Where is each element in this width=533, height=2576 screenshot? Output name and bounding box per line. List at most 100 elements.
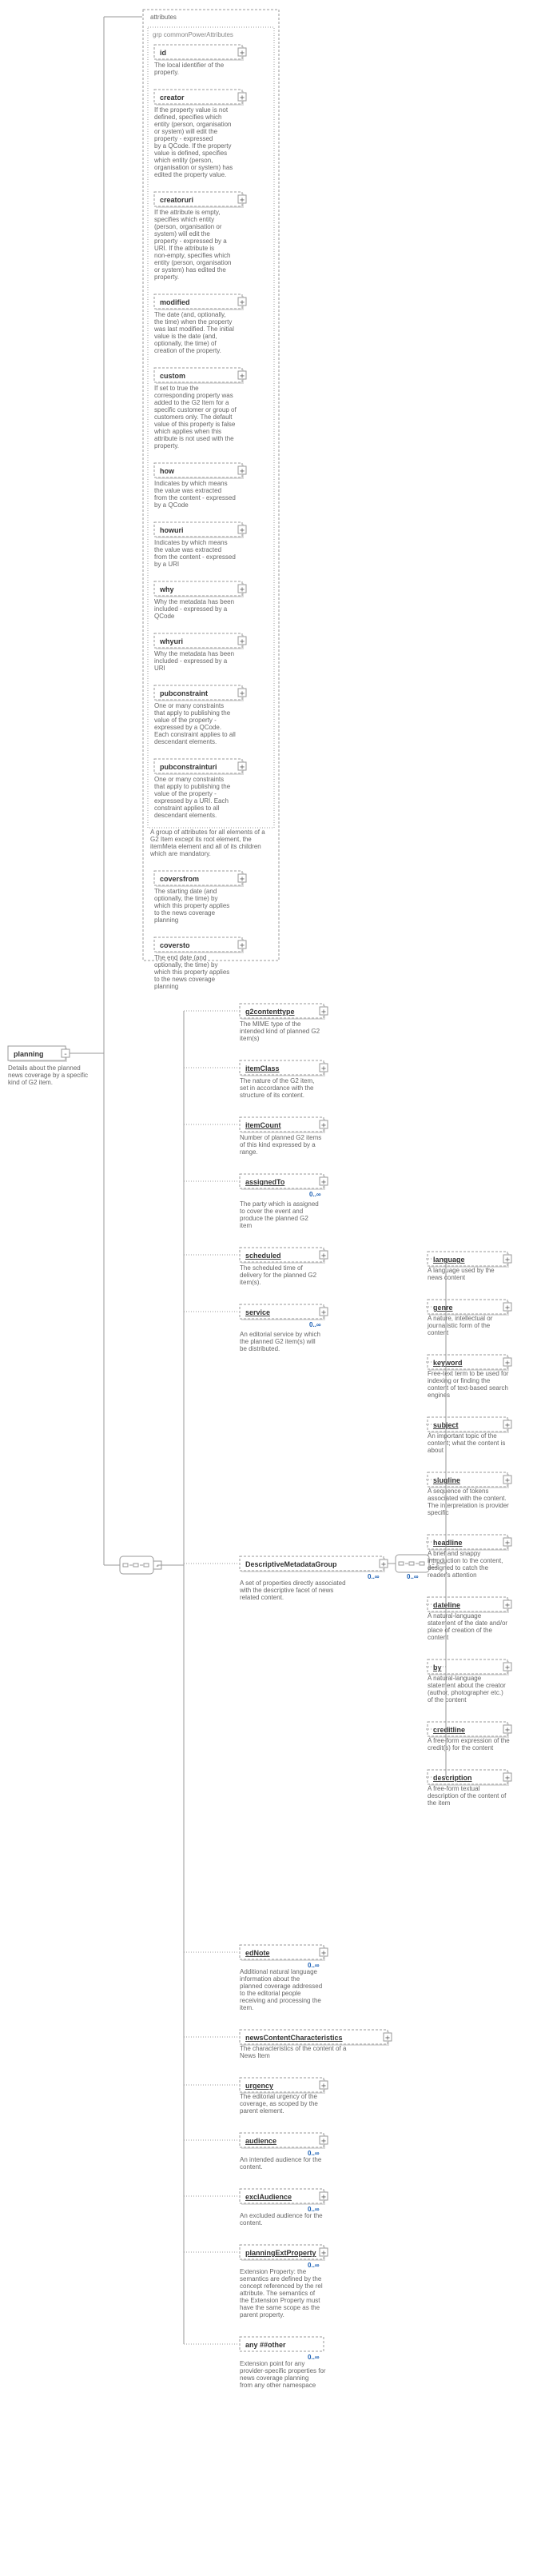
svg-text:news coverage by a specific: news coverage by a specific	[8, 1072, 88, 1079]
svg-text:organisation or system) has: organisation or system) has	[154, 164, 233, 171]
svg-text:specific customer or group of: specific customer or group of	[154, 406, 237, 413]
svg-text:have the same scope as the: have the same scope as the	[240, 2304, 320, 2311]
svg-text:item.: item.	[240, 2004, 253, 2011]
svg-text:to the news coverage: to the news coverage	[154, 976, 216, 983]
svg-text:the planned G2 item(s) will: the planned G2 item(s) will	[240, 1338, 316, 1345]
svg-text:+: +	[321, 2193, 326, 2202]
svg-text:intended kind of planned G2: intended kind of planned G2	[240, 1028, 320, 1035]
svg-text:planning: planning	[14, 1050, 44, 1058]
svg-text:News Item: News Item	[240, 2052, 270, 2059]
svg-text:+: +	[505, 1359, 510, 1368]
svg-text:An important topic of the: An important topic of the	[428, 1432, 497, 1440]
svg-text:by a QCode. If the property: by a QCode. If the property	[154, 142, 232, 150]
svg-text:G2 Item except its root elemen: G2 Item except its root element, the	[150, 836, 252, 843]
svg-text:creator: creator	[160, 94, 185, 102]
svg-text:whyuri: whyuri	[159, 637, 183, 645]
svg-text:that apply to publishing the: that apply to publishing the	[154, 709, 231, 717]
svg-text:+: +	[240, 372, 245, 381]
svg-text:pubconstraint: pubconstraint	[160, 689, 208, 697]
svg-text:any ##other: any ##other	[245, 2341, 286, 2349]
svg-text:creatoruri: creatoruri	[160, 196, 193, 204]
svg-text:news content: news content	[428, 1274, 466, 1281]
svg-text:structure of its content.: structure of its content.	[240, 1092, 304, 1099]
svg-text:optionally, the time) of: optionally, the time) of	[154, 340, 217, 347]
svg-text:produce the planned G2: produce the planned G2	[240, 1215, 308, 1222]
svg-text:provider-specific properties f: provider-specific properties for	[240, 2367, 326, 2374]
svg-text:edited the property value.: edited the property value.	[154, 171, 226, 178]
svg-text:urgency: urgency	[245, 2082, 273, 2090]
svg-text:news coverage planning: news coverage planning	[240, 2374, 308, 2382]
svg-text:Free-text term to be used for: Free-text term to be used for	[428, 1370, 509, 1377]
svg-text:+: +	[505, 1726, 510, 1735]
svg-text:+: +	[321, 1949, 326, 1958]
svg-text:which applies when this: which applies when this	[153, 428, 221, 435]
svg-text:+: +	[240, 526, 245, 535]
svg-text:0..∞: 0..∞	[308, 2354, 320, 2361]
svg-text:QCode: QCode	[154, 613, 175, 620]
svg-text:+: +	[240, 196, 245, 205]
svg-text:A group of attributes for all: A group of attributes for all elements o…	[150, 829, 265, 836]
svg-text:optionally, the time) by: optionally, the time) by	[154, 895, 217, 902]
svg-text:One or many constraints: One or many constraints	[154, 702, 224, 709]
svg-text:content.: content.	[240, 2219, 262, 2227]
svg-text:An editorial service by which: An editorial service by which	[240, 1331, 320, 1338]
svg-text:journalistic form of the: journalistic form of the	[427, 1322, 491, 1329]
svg-text:how: how	[160, 467, 175, 475]
svg-text:slugline: slugline	[433, 1476, 460, 1484]
svg-text:the time) when the property: the time) when the property	[154, 318, 232, 325]
svg-text:Extension point for any: Extension point for any	[240, 2360, 304, 2367]
mid-itemClass: itemClass	[245, 1064, 280, 1072]
svg-text:planning: planning	[154, 917, 178, 924]
svg-text:keyword: keyword	[433, 1359, 463, 1367]
svg-text:+: +	[240, 585, 245, 594]
svg-text:Additional natural language: Additional natural language	[240, 1968, 318, 1975]
svg-text:value is defined, specifies: value is defined, specifies	[154, 150, 227, 157]
svg-text:-: -	[155, 1562, 160, 1571]
svg-text:planningExtProperty: planningExtProperty	[245, 2249, 316, 2257]
svg-text:engines: engines	[428, 1392, 450, 1399]
svg-text:The interpretation is provider: The interpretation is provider	[428, 1502, 509, 1509]
svg-text:modified: modified	[160, 298, 190, 306]
svg-text:If the property value is not: If the property value is not	[154, 106, 229, 114]
svg-text:Why the metadata has been: Why the metadata has been	[154, 598, 234, 605]
svg-text:Each constraint applies to all: Each constraint applies to all	[154, 731, 236, 738]
svg-text:by a QCode: by a QCode	[154, 501, 189, 509]
svg-text:which entity (person,: which entity (person,	[153, 157, 213, 164]
svg-text:system) will edit the: system) will edit the	[154, 230, 210, 238]
svg-text:be distributed.: be distributed.	[240, 1345, 280, 1352]
svg-text:descendant elements.: descendant elements.	[154, 738, 217, 745]
svg-text:coversto: coversto	[160, 941, 190, 949]
svg-text:A sequence of tokens: A sequence of tokens	[428, 1488, 489, 1495]
svg-text:the value was extracted: the value was extracted	[154, 546, 221, 553]
svg-text:+: +	[505, 1601, 510, 1610]
svg-text:value of the property -: value of the property -	[154, 717, 217, 724]
svg-text:+: +	[321, 2249, 326, 2258]
svg-text:+: +	[505, 1476, 510, 1485]
svg-text:attribute is not used with the: attribute is not used with the	[154, 435, 234, 442]
svg-text:the value was extracted: the value was extracted	[154, 487, 221, 494]
svg-text:The party which is assigned: The party which is assigned	[240, 1200, 319, 1208]
svg-text:property - expressed: property - expressed	[154, 135, 213, 142]
svg-text:0..∞: 0..∞	[407, 1573, 419, 1580]
svg-text:The nature of the G2 item,: The nature of the G2 item,	[240, 1077, 314, 1084]
svg-text:+: +	[321, 1178, 326, 1187]
svg-text:that apply to publishing the: that apply to publishing the	[154, 783, 231, 790]
svg-text:from any other namespace: from any other namespace	[240, 2382, 316, 2389]
svg-text:parent property.: parent property.	[240, 2311, 284, 2318]
svg-text:of the content: of the content	[428, 1696, 467, 1703]
svg-text:property.: property.	[154, 442, 179, 449]
svg-text:0..∞: 0..∞	[309, 1321, 321, 1328]
svg-text:or system) will edit the: or system) will edit the	[154, 128, 218, 135]
svg-text:+: +	[505, 1304, 510, 1312]
svg-text:statement about the creator: statement about the creator	[428, 1682, 506, 1689]
svg-text:planned coverage addressed: planned coverage addressed	[240, 1983, 322, 1990]
svg-text:An intended audience for the: An intended audience for the	[240, 2156, 322, 2163]
svg-text:The end date (and: The end date (and	[154, 954, 206, 961]
svg-text:description of the content of: description of the content of	[428, 1792, 507, 1799]
svg-text:expressed by a QCode.: expressed by a QCode.	[154, 724, 221, 731]
svg-text:If set to true the: If set to true the	[154, 385, 199, 392]
svg-text:the item: the item	[428, 1799, 451, 1807]
mid-assignedTo: assignedTo	[245, 1178, 285, 1186]
svg-text:specifies which entity: specifies which entity	[154, 216, 214, 223]
svg-text:to the editorial people: to the editorial people	[240, 1990, 301, 1997]
